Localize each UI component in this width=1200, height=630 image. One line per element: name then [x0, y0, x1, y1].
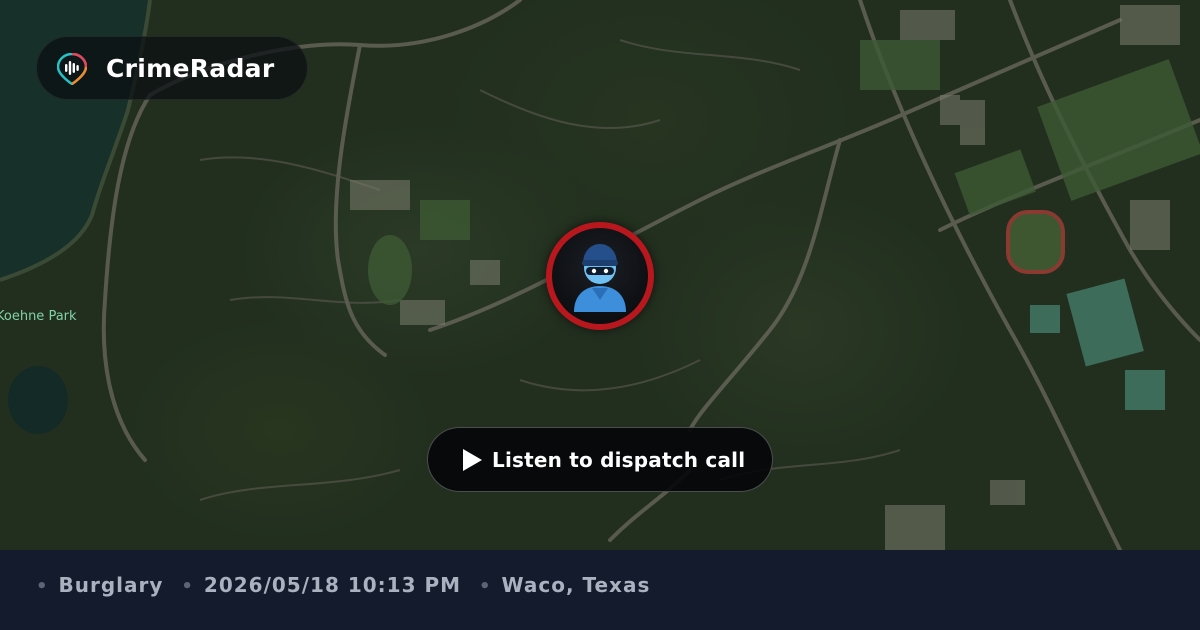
incident-meta: • Burglary • 2026/05/18 10:13 PM • Waco, Te…: [36, 550, 650, 620]
bullet-dot: •: [478, 576, 492, 597]
map-label-park: Koehne Park: [0, 309, 77, 324]
incident-location: Waco, Texas: [501, 573, 651, 597]
bullet-dot: •: [36, 576, 49, 597]
incident-marker[interactable]: [546, 222, 654, 330]
play-icon: [463, 449, 482, 471]
radar-pin-logo-icon: [57, 53, 87, 85]
pond: [8, 366, 68, 434]
burglar-avatar-icon: [574, 244, 626, 312]
incident-datetime: 2026/05/18 10:13 PM: [203, 573, 462, 597]
listen-dispatch-button[interactable]: Listen to dispatch call: [427, 427, 773, 492]
listen-dispatch-label: Listen to dispatch call: [492, 448, 746, 472]
bullet-dot: •: [181, 576, 194, 597]
incident-type: Burglary: [58, 573, 164, 597]
brand-pill[interactable]: CrimeRadar: [36, 36, 308, 100]
incident-info-bar: • Burglary • 2026/05/18 10:13 PM • Waco, Te…: [0, 550, 1200, 630]
app-title: CrimeRadar: [106, 54, 275, 83]
